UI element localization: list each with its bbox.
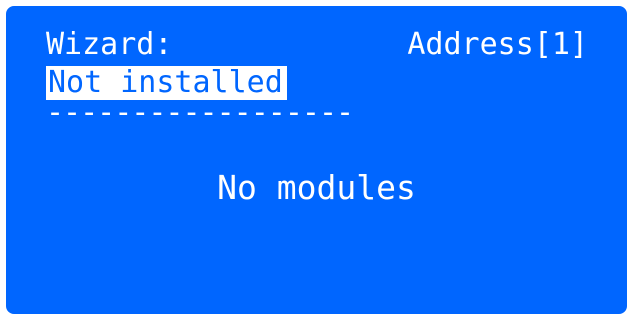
- no-modules-message: No modules: [217, 168, 416, 207]
- divider-line: ------------------: [46, 95, 354, 130]
- display-frame: Wizard: Address[1] Not installed -------…: [0, 0, 633, 320]
- address-label: Address[1]: [407, 27, 588, 62]
- wizard-label: Wizard:: [46, 27, 173, 62]
- lcd-screen: Wizard: Address[1] Not installed -------…: [6, 6, 627, 314]
